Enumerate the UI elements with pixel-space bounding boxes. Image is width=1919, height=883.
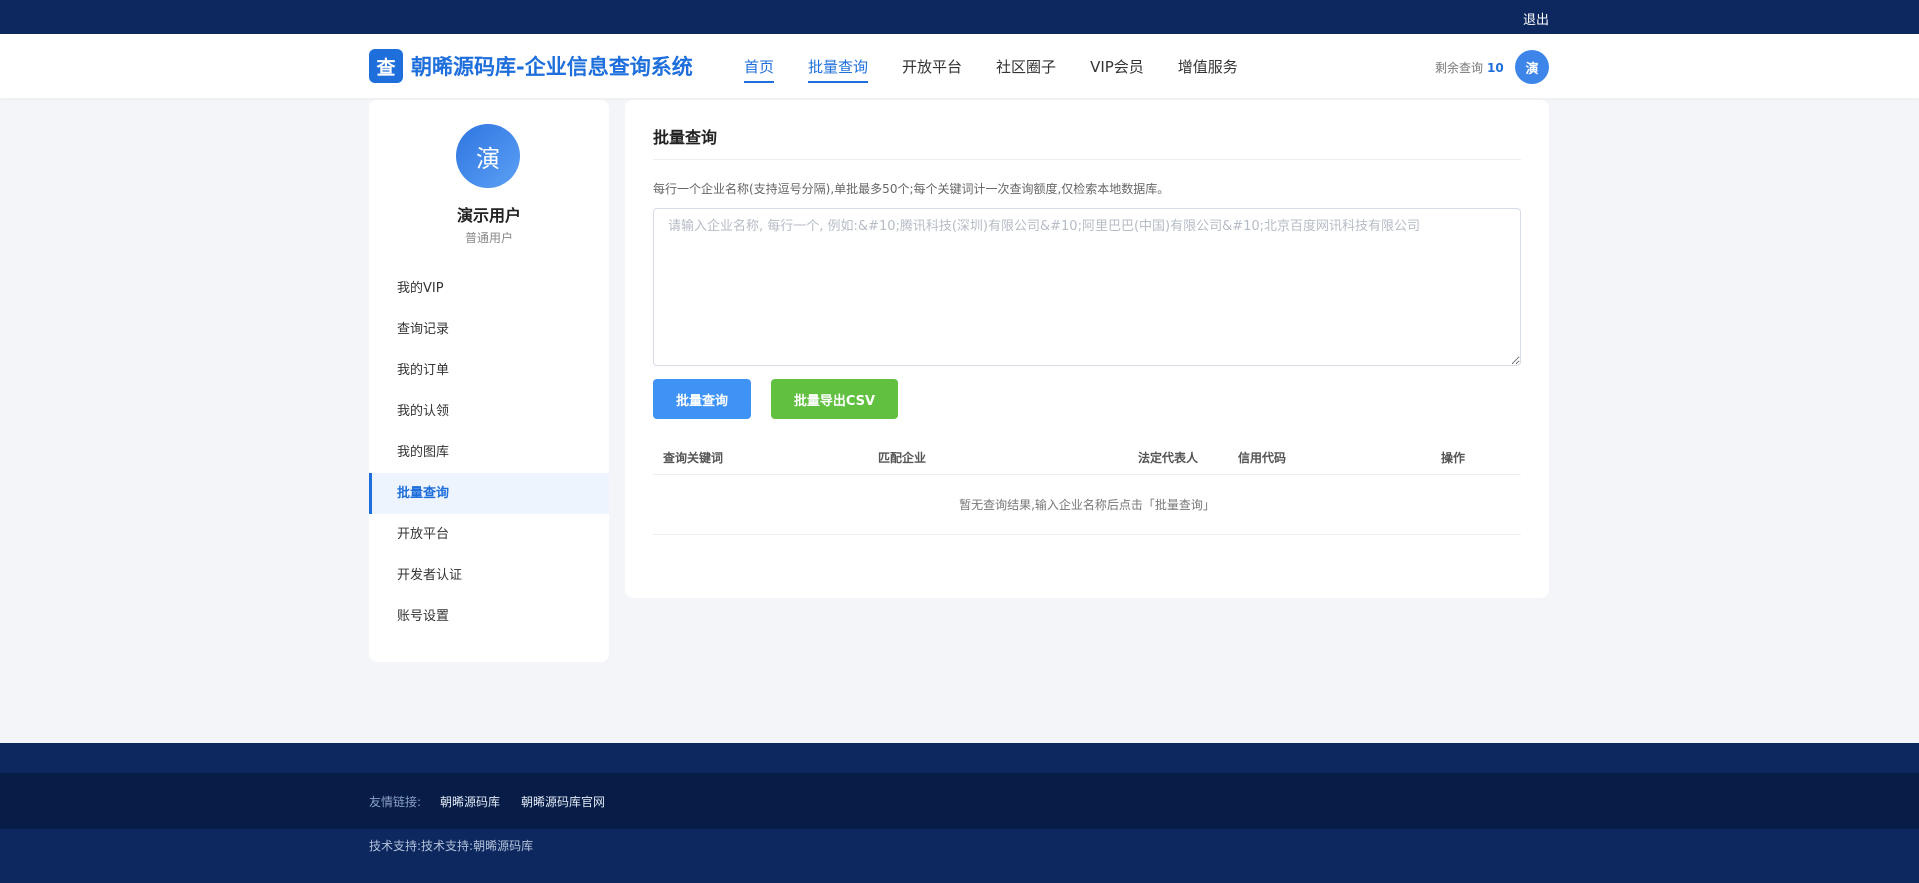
- batch-query-panel: 批量查询 每行一个企业名称(支持逗号分隔),单批最多50个;每个关键词计一次查询…: [625, 100, 1549, 598]
- tech-support-text: 技术支持:技术支持:朝晞源码库: [369, 839, 534, 853]
- sidebar: 演 演示用户 普通用户 我的VIP 查询记录 我的订单 我的认领 我的图库 批量…: [369, 100, 609, 662]
- footer-top: [0, 743, 1919, 773]
- nav-community[interactable]: 社区圈子: [996, 34, 1056, 98]
- sidebar-menu: 我的VIP 查询记录 我的订单 我的认领 我的图库 批量查询 开放平台 开发者认…: [369, 268, 609, 637]
- sidebar-item-my-orders[interactable]: 我的订单: [369, 350, 609, 391]
- col-actions: 操作: [1441, 451, 1466, 465]
- nav-open-platform[interactable]: 开放平台: [902, 34, 962, 98]
- profile-name: 演示用户: [456, 206, 521, 225]
- col-matched-company: 匹配企业: [878, 451, 927, 465]
- title-divider: [653, 159, 1521, 160]
- batch-query-button[interactable]: 批量查询: [653, 379, 751, 419]
- sidebar-item-batch-query[interactable]: 批量查询: [369, 473, 609, 514]
- header-avatar[interactable]: 演: [1515, 50, 1549, 84]
- friend-links-label: 友情链接:: [369, 795, 422, 809]
- col-credit-code: 信用代码: [1238, 451, 1287, 465]
- brand-name: 朝晞源码库-企业信息查询系统: [411, 55, 693, 79]
- top-bar: 退出: [0, 0, 1919, 34]
- profile-role: 普通用户: [464, 231, 513, 245]
- nav-vip[interactable]: VIP会员: [1090, 34, 1144, 98]
- sidebar-item-query-history[interactable]: 查询记录: [369, 309, 609, 350]
- company-names-input[interactable]: [653, 208, 1521, 366]
- footer-links: 友情链接: 朝晞源码库 朝晞源码库官网: [0, 773, 1919, 829]
- sidebar-item-account-settings[interactable]: 账号设置: [369, 596, 609, 637]
- logout-link[interactable]: 退出: [1523, 9, 1549, 28]
- sidebar-item-my-vip[interactable]: 我的VIP: [369, 268, 609, 309]
- brand-logo-icon: 查: [369, 49, 403, 83]
- profile-avatar: 演: [456, 124, 520, 188]
- sidebar-item-open-platform[interactable]: 开放平台: [369, 514, 609, 555]
- quota-label: 剩余查询: [1435, 61, 1484, 75]
- export-csv-button[interactable]: 批量导出CSV: [771, 379, 898, 419]
- sidebar-item-developer-cert[interactable]: 开发者认证: [369, 555, 609, 596]
- query-hint: 每行一个企业名称(支持逗号分隔),单批最多50个;每个关键词计一次查询额度,仅检…: [653, 182, 1170, 196]
- nav-value-added[interactable]: 增值服务: [1178, 34, 1238, 98]
- sidebar-item-my-gallery[interactable]: 我的图库: [369, 432, 609, 473]
- footer-bottom: 技术支持:技术支持:朝晞源码库: [0, 829, 1919, 883]
- brand[interactable]: 查 朝晞源码库-企业信息查询系统: [369, 49, 693, 83]
- main-nav: 首页 批量查询 开放平台 社区圈子 VIP会员 增值服务: [744, 34, 1272, 98]
- friend-link-1[interactable]: 朝晞源码库: [440, 793, 500, 810]
- col-legal-rep: 法定代表人: [1138, 451, 1199, 465]
- nav-home[interactable]: 首页: [744, 34, 775, 98]
- sidebar-item-my-claims[interactable]: 我的认领: [369, 391, 609, 432]
- quota-value: 10: [1487, 61, 1504, 75]
- nav-batch-query[interactable]: 批量查询: [808, 34, 869, 98]
- empty-state: 暂无查询结果,输入企业名称后点击「批量查询」: [653, 475, 1521, 535]
- col-keyword: 查询关键词: [663, 451, 724, 465]
- header: 查 朝晞源码库-企业信息查询系统 首页 批量查询 开放平台 社区圈子 VIP会员…: [0, 34, 1919, 98]
- remaining-quota: 剩余查询 10: [1435, 59, 1504, 76]
- table-header: 查询关键词 匹配企业 法定代表人 信用代码 操作: [653, 436, 1521, 475]
- results-table: 查询关键词 匹配企业 法定代表人 信用代码 操作 暂无查询结果,输入企业名称后点…: [653, 436, 1521, 535]
- page-title: 批量查询: [653, 128, 718, 147]
- friend-link-2[interactable]: 朝晞源码库官网: [521, 793, 605, 810]
